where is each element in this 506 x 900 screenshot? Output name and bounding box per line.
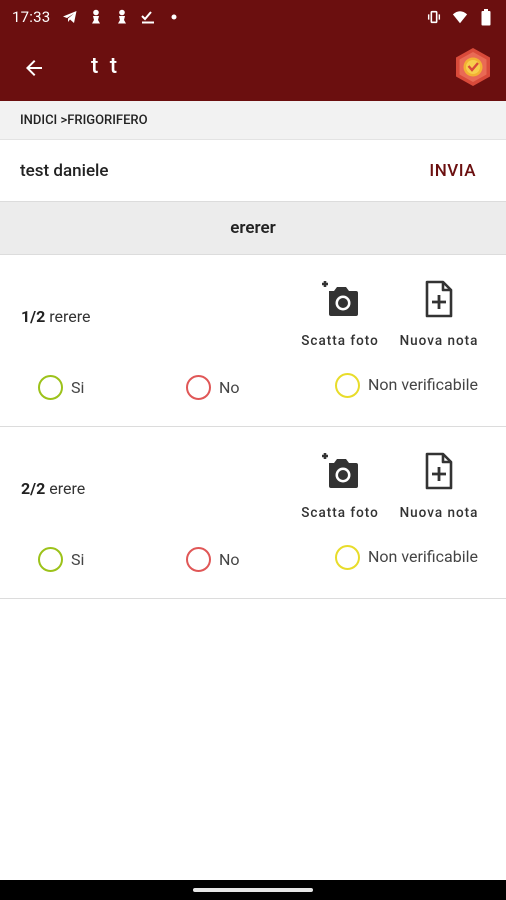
question-item: 2/2 erere Scatta foto Nuova nota Si No N… bbox=[0, 427, 506, 599]
new-note-label: Nuova nota bbox=[399, 505, 479, 521]
back-button[interactable] bbox=[20, 54, 48, 82]
take-photo-button[interactable]: Scatta foto bbox=[294, 277, 386, 349]
system-navigation-bar bbox=[0, 880, 506, 900]
question-label: 2/2 erere bbox=[21, 479, 85, 498]
radio-no[interactable] bbox=[186, 547, 211, 572]
option-no-label: No bbox=[219, 377, 240, 397]
radio-si[interactable] bbox=[38, 547, 63, 572]
question-text: rerere bbox=[49, 307, 91, 326]
page-title: t t bbox=[91, 54, 121, 79]
wifi-icon bbox=[452, 9, 468, 25]
take-photo-label: Scatta foto bbox=[301, 505, 379, 521]
info-row: test daniele INVIA bbox=[0, 141, 506, 201]
app-bar: t t bbox=[0, 34, 506, 101]
take-photo-button[interactable]: Scatta foto bbox=[294, 449, 386, 521]
radio-no[interactable] bbox=[186, 375, 211, 400]
chess-pawn-icon bbox=[88, 9, 104, 25]
add-photo-icon bbox=[319, 277, 361, 321]
arrow-back-icon bbox=[26, 60, 42, 76]
section-header: ererer bbox=[0, 201, 506, 255]
new-note-label: Nuova nota bbox=[399, 333, 479, 349]
option-no[interactable]: No bbox=[186, 375, 240, 400]
new-note-button[interactable]: Nuova nota bbox=[392, 277, 486, 349]
option-si-label: Si bbox=[71, 549, 85, 569]
new-note-icon bbox=[418, 449, 460, 493]
add-photo-icon bbox=[319, 449, 361, 493]
option-si[interactable]: Si bbox=[38, 375, 84, 400]
send-button[interactable]: INVIA bbox=[429, 161, 476, 181]
system-icons bbox=[426, 8, 494, 25]
option-non-verificabile[interactable]: Non verificabile bbox=[335, 545, 478, 570]
option-si-label: Si bbox=[71, 377, 85, 397]
breadcrumb: INDICI >FRIGORIFERO bbox=[0, 101, 506, 140]
option-non-verificabile-label: Non verificabile bbox=[368, 546, 478, 566]
option-no[interactable]: No bbox=[186, 547, 240, 572]
question-item: 1/2 rerere Scatta foto Nuova nota Si No … bbox=[0, 255, 506, 427]
question-text: erere bbox=[49, 479, 86, 498]
option-non-verificabile-label: Non verificabile bbox=[368, 374, 478, 394]
home-gesture-handle[interactable] bbox=[193, 888, 313, 892]
notification-icons bbox=[62, 9, 182, 25]
checklist-icon bbox=[140, 9, 156, 25]
app-logo-icon bbox=[454, 47, 492, 87]
chess-pawn-icon bbox=[114, 9, 130, 25]
radio-si[interactable] bbox=[38, 375, 63, 400]
option-si[interactable]: Si bbox=[38, 547, 84, 572]
option-no-label: No bbox=[219, 549, 240, 569]
app-screen: 17:33 t t INDICI >FRIGORIFERO test danie… bbox=[0, 0, 506, 900]
question-number: 2/2 bbox=[21, 479, 46, 498]
new-note-button[interactable]: Nuova nota bbox=[392, 449, 486, 521]
radio-non-verificabile[interactable] bbox=[335, 373, 360, 398]
status-bar: 17:33 bbox=[0, 0, 506, 34]
battery-icon bbox=[478, 8, 494, 25]
dot-icon bbox=[166, 9, 182, 25]
radio-non-verificabile[interactable] bbox=[335, 545, 360, 570]
checklist-name: test daniele bbox=[20, 161, 109, 181]
option-non-verificabile[interactable]: Non verificabile bbox=[335, 373, 478, 398]
vibrate-icon bbox=[426, 9, 442, 25]
take-photo-label: Scatta foto bbox=[301, 333, 379, 349]
new-note-icon bbox=[418, 277, 460, 321]
question-label: 1/2 rerere bbox=[21, 307, 91, 326]
question-number: 1/2 bbox=[21, 307, 46, 326]
telegram-icon bbox=[62, 9, 78, 25]
status-time: 17:33 bbox=[12, 8, 51, 26]
